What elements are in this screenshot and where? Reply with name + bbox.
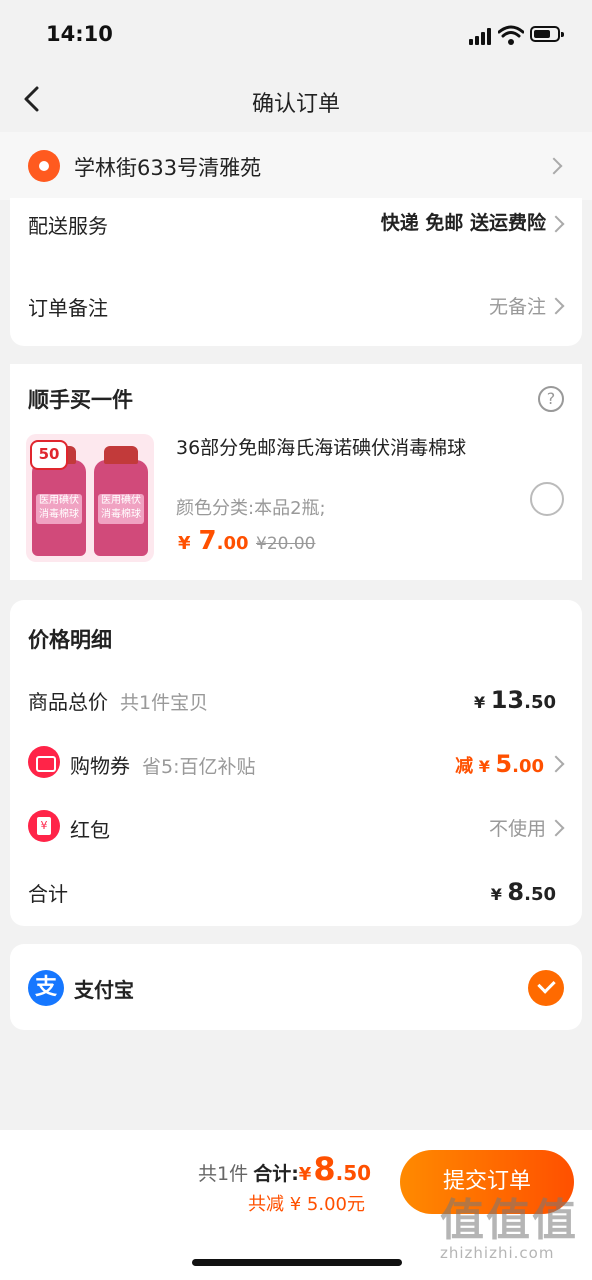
- cellular-signal-icon: [469, 28, 491, 45]
- nav-bar: 确认订单: [0, 70, 592, 130]
- addon-select-radio[interactable]: [530, 482, 564, 516]
- coupon-row[interactable]: 购物券 省5:百亿补贴: [70, 750, 256, 779]
- bottom-saved: 共减 ¥ 5.00元: [248, 1194, 365, 1215]
- goods-total-row: 商品总价 共1件宝贝: [28, 690, 209, 714]
- watermark: 值值值 zhizhizhi.com: [440, 1195, 578, 1263]
- chevron-right-icon: [547, 297, 565, 315]
- battery-icon: [530, 26, 564, 42]
- goods-count: 共1件宝贝: [120, 692, 209, 714]
- alipay-icon: 支: [28, 970, 64, 1006]
- product-image[interactable]: 医用碘伏 消毒棉球 医用碘伏 消毒棉球 50: [26, 434, 154, 562]
- product-title[interactable]: 36部分免邮海氏海诺碘伏消毒棉球: [176, 436, 486, 461]
- delivery-card: 配送服务 快递 免邮 送运费险 订单备注 无备注: [10, 198, 582, 346]
- bottle-label: 医用碘伏 消毒棉球: [36, 494, 82, 524]
- coupon-icon: [28, 746, 60, 778]
- coupon-note: 省5:百亿补贴: [142, 756, 256, 778]
- payment-card[interactable]: 支 支付宝: [10, 944, 582, 1030]
- status-time: 14:10: [46, 22, 113, 46]
- product-badge: 50: [30, 440, 68, 470]
- price-detail-card: 价格明细 商品总价 共1件宝贝 ¥ 13.50 购物券 省5:百亿补贴 减 ¥ 5.…: [10, 600, 582, 926]
- address-row[interactable]: 学林街633号清雅苑: [0, 132, 592, 200]
- product-spec: 颜色分类:本品2瓶;: [176, 498, 326, 519]
- coupon-discount[interactable]: 减 ¥ 5.00: [455, 750, 544, 778]
- delivery-service-label: 配送服务: [28, 214, 108, 238]
- goods-total-amount: ¥ 13.50: [473, 686, 556, 714]
- product-original-price: ¥20.00: [256, 534, 316, 554]
- chevron-right-icon: [547, 819, 565, 837]
- home-indicator[interactable]: [192, 1259, 402, 1266]
- selected-check-icon[interactable]: [528, 970, 564, 1006]
- red-packet-value[interactable]: 不使用: [489, 814, 546, 841]
- price-detail-title: 价格明细: [28, 628, 112, 652]
- red-packet-icon: [28, 810, 60, 842]
- status-bar: 14:10: [0, 0, 592, 70]
- order-note-label: 订单备注: [28, 296, 108, 320]
- chevron-right-icon: [547, 755, 565, 773]
- addon-card: 顺手买一件 ? 医用碘伏 消毒棉球 医用碘伏 消毒棉球 50 36部分免邮海氏海…: [10, 364, 582, 580]
- product-price: ¥7.00: [178, 526, 249, 556]
- delivery-service-value[interactable]: 快递 免邮 送运费险: [381, 208, 546, 235]
- order-note-value[interactable]: 无备注: [489, 292, 546, 319]
- total-amount: ¥ 8.50: [490, 878, 556, 906]
- location-pin-icon: [28, 150, 60, 182]
- total-label: 合计: [28, 882, 68, 906]
- wifi-icon: [498, 25, 524, 45]
- chevron-right-icon: [545, 157, 563, 175]
- payment-label: 支付宝: [74, 978, 134, 1002]
- question-circle-icon[interactable]: ?: [538, 386, 564, 412]
- page-title: 确认订单: [251, 92, 340, 117]
- red-packet-label: 红包: [70, 818, 110, 842]
- bottom-total: 共1件 合计:¥8.50: [198, 1150, 372, 1188]
- address-text: 学林街633号清雅苑: [74, 156, 262, 180]
- chevron-right-icon: [547, 215, 565, 233]
- addon-title: 顺手买一件: [28, 388, 133, 412]
